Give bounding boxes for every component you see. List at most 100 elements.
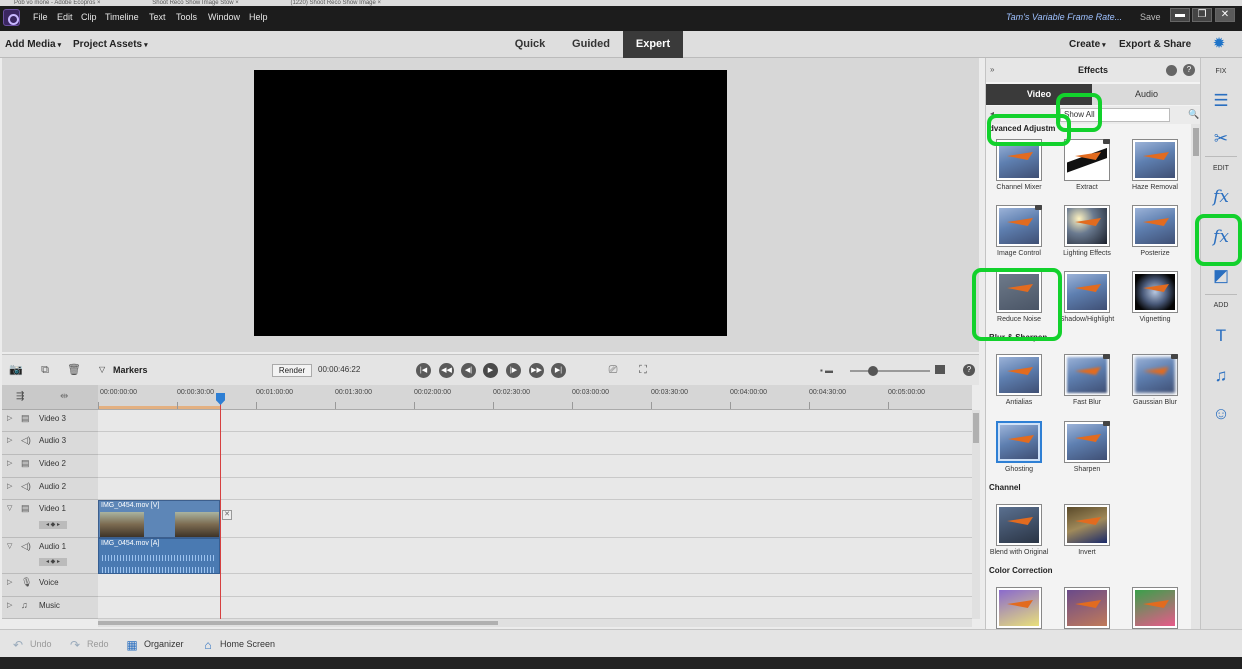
track-video-3[interactable] <box>98 410 972 432</box>
video-preview[interactable] <box>254 70 727 336</box>
mode-tab-expert[interactable]: Expert <box>623 31 683 58</box>
track-audio-3[interactable] <box>98 432 972 455</box>
redo-button[interactable]: ↷ Redo <box>67 637 109 652</box>
track-voice[interactable] <box>98 574 972 597</box>
go-to-end-button[interactable]: ▶| <box>551 363 566 378</box>
menu-file[interactable]: File <box>33 12 48 22</box>
panel-menu-icon[interactable] <box>1166 65 1177 76</box>
trash-icon[interactable]: 🗑 <box>67 364 81 377</box>
search-icon[interactable]: 🔍 <box>1188 109 1199 120</box>
track-header-video-3[interactable]: ▷ ▤ Video 3 <box>2 410 98 432</box>
menu-window[interactable]: Window <box>208 12 240 22</box>
gear-icon[interactable]: ✹ <box>1211 36 1227 52</box>
add-media-dropdown[interactable]: Add Media ▾ <box>5 39 61 50</box>
track-header-audio-2[interactable]: ▷ ◁) Audio 2 <box>2 478 98 500</box>
effect-ghosting[interactable]: Ghosting <box>986 419 1052 481</box>
effect-invert[interactable]: Invert <box>1054 502 1120 564</box>
effect-antialias[interactable]: Antialias <box>986 352 1052 414</box>
clip-end-marker-icon[interactable]: ✕ <box>222 510 232 520</box>
menu-help[interactable]: Help <box>249 12 268 22</box>
track-video-2[interactable] <box>98 455 972 478</box>
transitions-icon[interactable]: ◩ <box>1209 265 1233 287</box>
keyframe-controls[interactable]: ◂ ◆ ▸ <box>39 521 67 529</box>
snapshot-icon[interactable]: ⎚ <box>606 364 620 377</box>
keyframe-controls[interactable]: ◂ ◆ ▸ <box>39 558 67 566</box>
effect-vignetting[interactable]: Vignetting <box>1122 269 1188 331</box>
effect-color-correction-1[interactable] <box>986 585 1052 629</box>
expand-icon[interactable]: ▷ <box>7 601 12 609</box>
copy-icon[interactable]: ⧉ <box>38 364 52 377</box>
effect-fast-blur[interactable]: Fast Blur <box>1054 352 1120 414</box>
audio-clip[interactable]: IMG_0454.mov [A] <box>98 538 220 574</box>
step-forward-button[interactable]: |▶ <box>506 363 521 378</box>
expand-icon[interactable]: ▷ <box>7 578 12 586</box>
organizer-button[interactable]: ▦ Organizer <box>124 637 183 652</box>
zoom-slider[interactable] <box>850 370 930 372</box>
effect-color-correction-2[interactable] <box>1054 585 1120 629</box>
music-icon[interactable]: ♫ <box>1209 365 1233 387</box>
markers-dropdown[interactable]: Markers <box>113 365 148 375</box>
tools-icon[interactable]: ✂ <box>1209 128 1233 150</box>
effect-extract[interactable]: Extract <box>1054 137 1120 199</box>
effect-gaussian-blur[interactable]: Gaussian Blur <box>1122 352 1188 414</box>
maximize-button[interactable]: ❐ <box>1192 8 1212 22</box>
collapse-icon[interactable]: ▽ <box>7 542 12 550</box>
save-button[interactable]: Save <box>1140 12 1161 22</box>
effect-haze-removal[interactable]: Haze Removal <box>1122 137 1188 199</box>
expand-icon[interactable]: ▷ <box>7 482 12 490</box>
effect-color-correction-3[interactable] <box>1122 585 1188 629</box>
fullscreen-icon[interactable]: ⛶ <box>636 364 650 377</box>
fit-timeline-icon[interactable]: ⇹ <box>60 391 68 402</box>
video-clip[interactable]: IMG_0454.mov [V] <box>98 500 220 538</box>
help-icon[interactable]: ? <box>963 364 975 376</box>
effect-channel-mixer[interactable]: Channel Mixer <box>986 137 1052 199</box>
expand-icon[interactable]: ▷ <box>7 459 12 467</box>
zoom-slider-handle[interactable] <box>868 366 878 376</box>
applied-effects-icon[interactable]: fx <box>1209 186 1233 208</box>
track-audio-1[interactable] <box>98 538 972 574</box>
expand-icon[interactable]: ▷ <box>7 414 12 422</box>
project-assets-dropdown[interactable]: Project Assets ▾ <box>73 39 148 50</box>
effect-shadow-highlight[interactable]: Shadow/Highlight <box>1054 269 1120 331</box>
effect-sharpen[interactable]: Sharpen <box>1054 419 1120 481</box>
track-music[interactable] <box>98 597 972 619</box>
help-icon[interactable]: ? <box>1183 64 1195 76</box>
zoom-in-icon[interactable] <box>935 365 945 374</box>
menu-clip[interactable]: Clip <box>81 12 97 22</box>
track-header-audio-3[interactable]: ▷ ◁) Audio 3 <box>2 432 98 455</box>
step-back-button[interactable]: ◀| <box>461 363 476 378</box>
graphics-icon[interactable]: ☺ <box>1209 403 1233 425</box>
adjustments-icon[interactable]: ☰ <box>1209 90 1233 112</box>
menu-text[interactable]: Text <box>149 12 166 22</box>
menu-tools[interactable]: Tools <box>176 12 197 22</box>
menu-timeline[interactable]: Timeline <box>105 12 139 22</box>
export-share-button[interactable]: Export & Share <box>1119 39 1191 50</box>
scrollbar-thumb[interactable] <box>973 413 979 443</box>
timeline-ruler[interactable]: 00:00:00:00 00:00:30:00 00:01:00:00 00:0… <box>98 385 972 410</box>
track-audio-2[interactable] <box>98 478 972 500</box>
effect-blend-with-original[interactable]: Blend with Original <box>986 502 1052 564</box>
previous-edit-button[interactable]: ◀◀ <box>439 363 454 378</box>
track-header-video-2[interactable]: ▷ ▤ Video 2 <box>2 455 98 478</box>
close-window-button[interactable]: ✕ <box>1215 8 1235 22</box>
home-screen-button[interactable]: ⌂ Home Screen <box>200 637 275 652</box>
minimize-button[interactable]: ▬ <box>1170 8 1190 22</box>
track-header-audio-1[interactable]: ▽ ◁) Audio 1 ◂ ◆ ▸ <box>2 538 98 574</box>
scrollbar-thumb[interactable] <box>1193 128 1199 156</box>
track-options-icon[interactable]: ⇶ <box>16 391 24 402</box>
track-header-music[interactable]: ▷ ♫ Music <box>2 597 98 619</box>
undo-button[interactable]: ↶ Undo <box>10 637 52 652</box>
go-to-start-button[interactable]: |◀ <box>416 363 431 378</box>
scrollbar-thumb[interactable] <box>98 621 498 625</box>
track-header-voice[interactable]: ▷ 🎙 Voice <box>2 574 98 597</box>
markers-filter-icon[interactable]: ▽ <box>99 365 105 374</box>
play-button[interactable]: ▶ <box>483 363 498 378</box>
titles-icon[interactable]: T <box>1209 325 1233 347</box>
zoom-out-icon[interactable]: ▪ ▬ <box>820 366 833 375</box>
effect-lighting-effects[interactable]: Lighting Effects <box>1054 203 1120 265</box>
next-edit-button[interactable]: ▶▶ <box>529 363 544 378</box>
expand-icon[interactable]: ▷ <box>7 436 12 444</box>
track-header-video-1[interactable]: ▽ ▤ Video 1 ◂ ◆ ▸ <box>2 500 98 538</box>
work-area-bar[interactable] <box>98 406 220 409</box>
camera-icon[interactable]: 📷 <box>9 364 23 377</box>
